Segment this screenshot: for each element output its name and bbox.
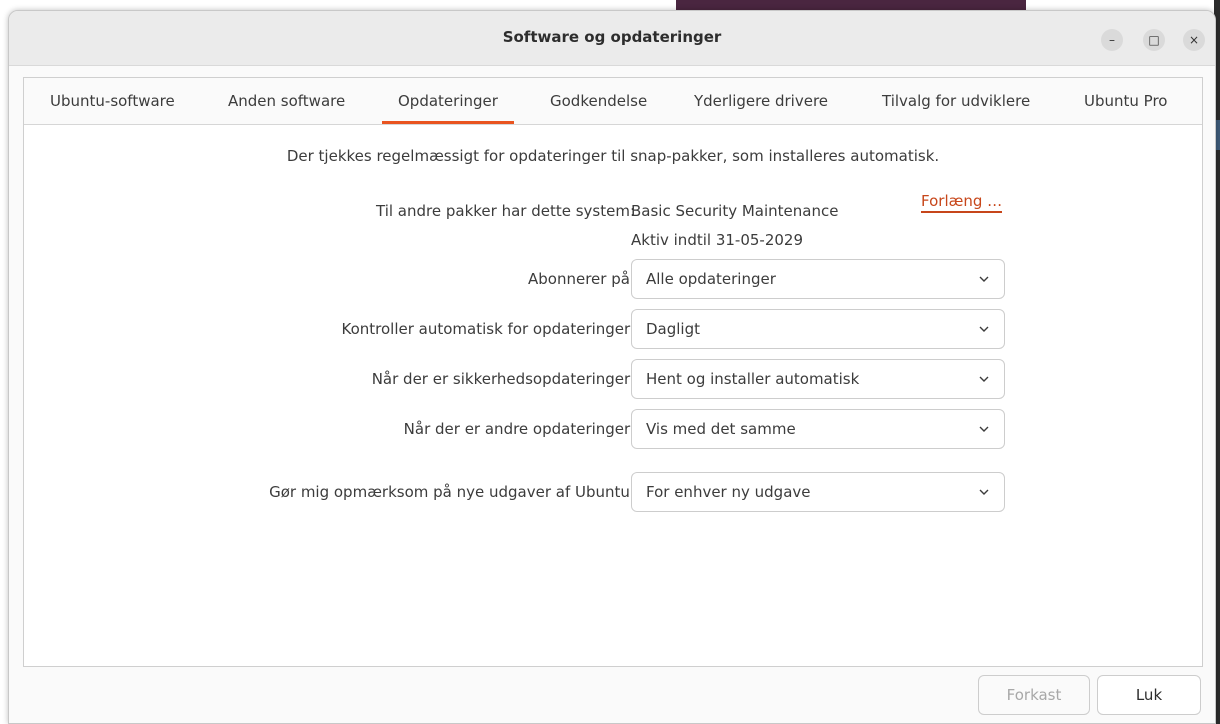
other-updates-label: Når der er andre opdateringer: xyxy=(403,420,635,438)
tab-additional-drivers[interactable]: Yderligere drivere xyxy=(694,92,828,110)
updates-panel: Der tjekkes regelmæssigt for opdateringe… xyxy=(24,125,1202,665)
chevron-down-icon xyxy=(979,489,989,495)
security-updates-dropdown[interactable]: Hent og installer automatisk xyxy=(631,359,1005,399)
chevron-down-icon xyxy=(979,276,989,282)
tab-developer-options[interactable]: Tilvalg for udviklere xyxy=(882,92,1030,110)
title-bar[interactable]: Software og opdateringer – □ × xyxy=(9,11,1215,66)
other-updates-value: Vis med det samme xyxy=(646,420,796,438)
tab-other-software[interactable]: Anden software xyxy=(228,92,345,110)
tab-authentication[interactable]: Godkendelse xyxy=(550,92,647,110)
notify-release-dropdown[interactable]: For enhver ny udgave xyxy=(631,472,1005,512)
discard-button[interactable]: Forkast xyxy=(978,675,1090,715)
tab-ubuntu-software[interactable]: Ubuntu-software xyxy=(50,92,175,110)
tab-updates[interactable]: Opdateringer xyxy=(382,92,514,124)
subscribe-label: Abonnerer på: xyxy=(528,270,635,288)
other-updates-dropdown[interactable]: Vis med det samme xyxy=(631,409,1005,449)
notify-release-value: For enhver ny udgave xyxy=(646,483,811,501)
chevron-down-icon xyxy=(979,426,989,432)
tab-bar: Ubuntu-software Anden software Opdaterin… xyxy=(24,78,1202,125)
close-button[interactable]: Luk xyxy=(1097,675,1201,715)
software-updates-window: Software og opdateringer – □ × Ubuntu-so… xyxy=(8,10,1216,724)
extend-link[interactable]: Forlæng … xyxy=(921,192,1003,213)
notify-label: Gør mig opmærksom på nye udgaver af Ubun… xyxy=(269,483,635,501)
check-label: Kontroller automatisk for opdateringer: xyxy=(341,320,635,338)
subscribe-dropdown[interactable]: Alle opdateringer xyxy=(631,259,1005,299)
system-value: Basic Security Maintenance xyxy=(631,202,839,220)
minimize-button[interactable]: – xyxy=(1101,29,1123,51)
chevron-down-icon xyxy=(979,326,989,332)
security-label: Når der er sikkerhedsopdateringer: xyxy=(371,370,635,388)
system-label: Til andre pakker har dette system: xyxy=(376,202,635,220)
active-until-text: Aktiv indtil 31-05-2029 xyxy=(631,231,803,249)
check-frequency-value: Dagligt xyxy=(646,320,701,338)
settings-notebook: Ubuntu-software Anden software Opdaterin… xyxy=(23,77,1203,667)
window-title: Software og opdateringer xyxy=(502,28,722,46)
close-window-button[interactable]: × xyxy=(1183,29,1205,51)
tab-ubuntu-pro[interactable]: Ubuntu Pro xyxy=(1084,92,1167,110)
chevron-down-icon xyxy=(979,376,989,382)
maximize-button[interactable]: □ xyxy=(1143,29,1165,51)
security-updates-value: Hent og installer automatisk xyxy=(646,370,860,388)
check-frequency-dropdown[interactable]: Dagligt xyxy=(631,309,1005,349)
snap-note: Der tjekkes regelmæssigt for opdateringe… xyxy=(286,147,940,165)
subscribe-dropdown-value: Alle opdateringer xyxy=(646,270,776,288)
